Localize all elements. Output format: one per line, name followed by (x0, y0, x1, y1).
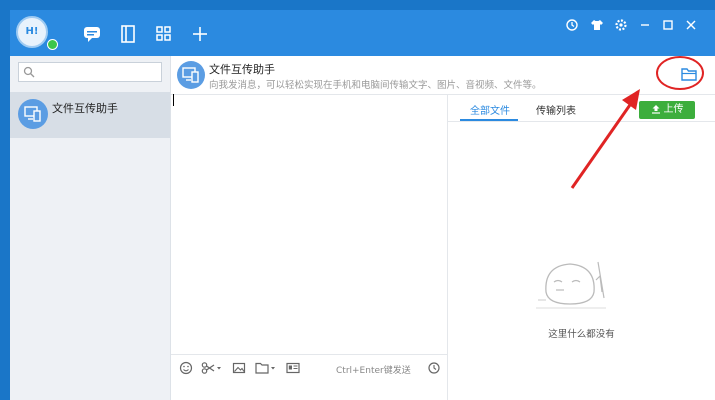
search-icon (23, 66, 35, 78)
scissors-icon[interactable] (201, 361, 223, 375)
upload-icon (651, 105, 660, 114)
chat-bubble-icon[interactable] (82, 24, 102, 44)
search-input[interactable] (18, 62, 162, 82)
sidebar: 文件互传助手 (10, 56, 171, 400)
online-status-dot (47, 39, 58, 50)
send-shortcut-hint: Ctrl+Enter键发送 (336, 366, 411, 376)
contact-name: 文件互传助手 (52, 102, 118, 115)
history-icon[interactable] (427, 361, 441, 375)
chat-title: 文件互传助手 (209, 63, 275, 76)
text-caret (173, 94, 174, 106)
maximize-icon[interactable] (661, 18, 675, 32)
avatar-text: H! (25, 26, 39, 37)
devices-icon (182, 67, 199, 83)
devices-icon (24, 106, 41, 122)
minimize-icon[interactable] (638, 18, 652, 32)
plus-icon[interactable] (190, 24, 210, 44)
gear-icon[interactable] (614, 18, 628, 32)
message-input-area[interactable]: Ctrl+Enter键发送 (171, 94, 448, 400)
emoji-icon[interactable] (179, 361, 193, 375)
contact-item-file-transfer[interactable]: 文件互传助手 (10, 92, 170, 138)
avatar[interactable]: H! (16, 16, 48, 48)
file-transfer-avatar (18, 99, 48, 129)
skin-shirt-icon[interactable] (590, 18, 604, 32)
history-icon[interactable] (565, 18, 579, 32)
apps-grid-icon[interactable] (154, 24, 174, 44)
card-icon[interactable] (286, 361, 300, 375)
empty-state-illustration (536, 261, 606, 309)
chat-toolbar: Ctrl+Enter键发送 (171, 354, 447, 381)
image-icon[interactable] (232, 361, 246, 375)
upload-label: 上传 (663, 104, 684, 115)
main-window: H! 文件互传助手 文件互传助手 向我发消息，可以轻松实现在手机和电脑间传输文字… (10, 10, 715, 400)
folder-icon[interactable] (255, 361, 277, 375)
close-icon[interactable] (684, 18, 698, 32)
chat-subtitle: 向我发消息，可以轻松实现在手机和电脑间传输文字、图片、音视频、文件等。 (209, 80, 542, 91)
annotation-circle (656, 56, 704, 90)
annotation-arrow (570, 89, 640, 189)
title-bar: H! (10, 10, 715, 56)
contacts-book-icon[interactable] (118, 24, 138, 44)
empty-state-text: 这里什么都没有 (548, 329, 615, 340)
tab-all-files[interactable]: 全部文件 (470, 102, 510, 117)
chat-header-avatar (177, 61, 205, 89)
